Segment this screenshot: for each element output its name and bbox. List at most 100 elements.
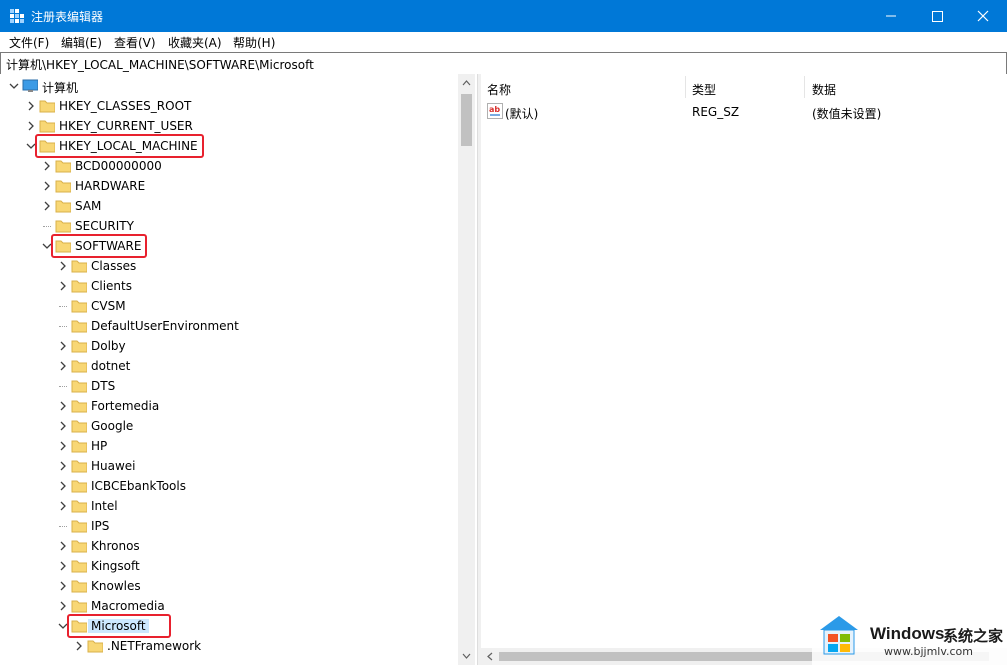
- tree-item-label: Huawei: [91, 459, 136, 473]
- chevron-right-icon[interactable]: [57, 576, 69, 596]
- tree-item-defaultuserenvironment[interactable]: DefaultUserEnvironment: [0, 316, 455, 336]
- chevron-right-icon[interactable]: [57, 496, 69, 516]
- tree-connector: [59, 326, 67, 328]
- computer-icon: [22, 79, 38, 92]
- values-pane[interactable]: 名称 类型 数据 ab (默认) REG_SZ (数值未设置): [481, 74, 1007, 665]
- tree-item-dolby[interactable]: Dolby: [0, 336, 455, 356]
- folder-icon: [71, 340, 87, 353]
- chevron-right-icon[interactable]: [57, 476, 69, 496]
- folder-icon: [55, 180, 71, 193]
- tree-item-sam[interactable]: SAM: [0, 196, 455, 216]
- menu-bar: 文件(F) 编辑(E) 查看(V) 收藏夹(A) 帮助(H): [0, 32, 1007, 52]
- folder-icon: [71, 460, 87, 473]
- folder-icon: [39, 120, 55, 133]
- folder-icon: [55, 160, 71, 173]
- column-header-type[interactable]: 类型: [686, 74, 804, 100]
- tree-item-label: DTS: [91, 379, 116, 393]
- tree-item-hkey-local-machine[interactable]: HKEY_LOCAL_MACHINE: [0, 134, 455, 158]
- tree-item-netframework[interactable]: .NETFramework: [0, 636, 455, 656]
- tree-item-kingsoft[interactable]: Kingsoft: [0, 556, 455, 576]
- tree-item-microsoft[interactable]: Microsoft: [0, 614, 455, 638]
- close-button[interactable]: [960, 0, 1006, 32]
- folder-icon: [71, 380, 87, 393]
- chevron-right-icon[interactable]: [57, 396, 69, 416]
- tree-item-dotnet[interactable]: dotnet: [0, 356, 455, 376]
- menu-favorites[interactable]: 收藏夹(A): [168, 34, 222, 51]
- tree-connector: [59, 306, 67, 308]
- chevron-right-icon[interactable]: [41, 196, 53, 216]
- column-header-name[interactable]: 名称: [481, 74, 685, 100]
- chevron-right-icon[interactable]: [57, 356, 69, 376]
- folder-icon: [71, 600, 87, 613]
- maximize-button[interactable]: [914, 0, 960, 32]
- chevron-right-icon[interactable]: [57, 276, 69, 296]
- tree-item-label: HKEY_CURRENT_USER: [59, 119, 193, 133]
- tree-item-dts[interactable]: DTS: [0, 376, 455, 396]
- key-tree-pane[interactable]: 计算机 HKEY_CLASSES_ROOT HKEY_CURRENT_USER HKE…: [0, 74, 478, 665]
- tree-connector: [59, 386, 67, 388]
- scroll-left-icon[interactable]: [483, 648, 497, 665]
- annotation-highlight-box: [35, 134, 205, 158]
- tree-item-intel[interactable]: Intel: [0, 496, 455, 516]
- tree-item-label: Khronos: [91, 539, 140, 553]
- tree-item-hardware[interactable]: HARDWARE: [0, 176, 455, 196]
- tree-item-hkey-current-user[interactable]: HKEY_CURRENT_USER: [0, 116, 455, 136]
- tree-item-khronos[interactable]: Khronos: [0, 536, 455, 556]
- tree-item-label: Macromedia: [91, 599, 165, 613]
- chevron-right-icon[interactable]: [41, 156, 53, 176]
- chevron-right-icon[interactable]: [25, 96, 37, 116]
- tree-item-label: .NETFramework: [107, 639, 202, 653]
- menu-help[interactable]: 帮助(H): [233, 34, 275, 51]
- string-value-icon: ab: [487, 103, 503, 119]
- tree-item-hp[interactable]: HP: [0, 436, 455, 456]
- chevron-right-icon[interactable]: [57, 596, 69, 616]
- tree-item-fortemedia[interactable]: Fortemedia: [0, 396, 455, 416]
- chevron-right-icon[interactable]: [57, 336, 69, 356]
- address-bar[interactable]: 计算机\HKEY_LOCAL_MACHINE\SOFTWARE\Microsof…: [0, 52, 1007, 75]
- tree-item-计算机[interactable]: 计算机: [0, 76, 455, 96]
- tree-item-label: Clients: [91, 279, 132, 293]
- tree-item-google[interactable]: Google: [0, 416, 455, 436]
- minimize-button[interactable]: [868, 0, 914, 32]
- folder-icon: [71, 560, 87, 573]
- tree-item-icbcebanktools[interactable]: ICBCEbankTools: [0, 476, 455, 496]
- column-header-data[interactable]: 数据: [806, 74, 1006, 100]
- tree-item-label: Knowles: [91, 579, 141, 593]
- chevron-right-icon[interactable]: [41, 176, 53, 196]
- chevron-right-icon[interactable]: [57, 436, 69, 456]
- tree-item-macromedia[interactable]: Macromedia: [0, 596, 455, 616]
- scroll-up-icon[interactable]: [458, 76, 475, 90]
- menu-file[interactable]: 文件(F): [9, 34, 49, 51]
- tree-item-cvsm[interactable]: CVSM: [0, 296, 455, 316]
- column-header-name-label: 名称: [487, 83, 512, 97]
- tree-item-label: SAM: [75, 199, 102, 213]
- chevron-right-icon[interactable]: [57, 556, 69, 576]
- tree-item-hkey-classes-root[interactable]: HKEY_CLASSES_ROOT: [0, 96, 455, 116]
- maximize-icon: [932, 11, 943, 22]
- chevron-right-icon[interactable]: [57, 456, 69, 476]
- tree-item-clients[interactable]: Clients: [0, 276, 455, 296]
- chevron-right-icon[interactable]: [57, 536, 69, 556]
- tree-item-huawei[interactable]: Huawei: [0, 456, 455, 476]
- chevron-right-icon[interactable]: [25, 116, 37, 136]
- folder-icon: [71, 500, 87, 513]
- menu-view[interactable]: 查看(V): [114, 34, 156, 51]
- chevron-right-icon[interactable]: [73, 636, 85, 656]
- tree-vertical-scrollbar[interactable]: [458, 74, 475, 665]
- value-name: (默认): [505, 107, 539, 121]
- tree-item-ips[interactable]: IPS: [0, 516, 455, 536]
- tree-item-classes[interactable]: Classes: [0, 256, 455, 276]
- chevron-down-icon[interactable]: [8, 76, 20, 96]
- scroll-down-icon[interactable]: [458, 649, 475, 663]
- chevron-right-icon[interactable]: [57, 416, 69, 436]
- tree-scroll-thumb[interactable]: [461, 94, 472, 146]
- folder-icon: [71, 300, 87, 313]
- tree-item-knowles[interactable]: Knowles: [0, 576, 455, 596]
- menu-edit[interactable]: 编辑(E): [61, 34, 102, 51]
- column-divider[interactable]: [804, 76, 805, 98]
- tree-item-bcd00000000[interactable]: BCD00000000: [0, 156, 455, 176]
- tree-item-security[interactable]: SECURITY: [0, 216, 455, 236]
- chevron-right-icon[interactable]: [57, 256, 69, 276]
- tree-connector: [43, 226, 51, 228]
- tree-item-software[interactable]: SOFTWARE: [0, 234, 455, 258]
